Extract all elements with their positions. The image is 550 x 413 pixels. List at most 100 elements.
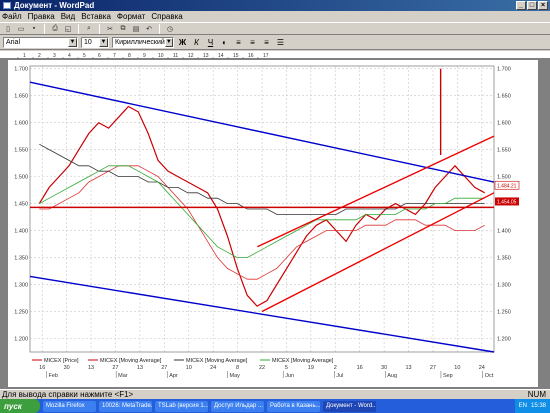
price-label: 1.484.21 xyxy=(497,183,517,189)
taskbar-button[interactable]: Работа в Казань... xyxy=(267,400,320,412)
y-tick-label-left: 1.350 xyxy=(14,256,28,262)
y-tick-label-left: 1.400 xyxy=(14,229,28,235)
chevron-down-icon[interactable]: ▼ xyxy=(99,37,108,47)
y-tick-label-right: 1.400 xyxy=(497,229,511,235)
y-tick-label-right: 1.300 xyxy=(497,283,511,289)
num-lock-indicator: NUM xyxy=(527,390,546,399)
x-day-label: 22 xyxy=(259,365,265,371)
align-right-icon[interactable]: ≡ xyxy=(261,37,272,48)
y-tick-label-left: 1.550 xyxy=(14,148,28,154)
taskbar-button-active[interactable]: Документ - Word... xyxy=(323,400,376,412)
x-day-label: 27 xyxy=(430,365,436,371)
y-tick-label-left: 1.700 xyxy=(14,67,28,73)
x-day-label: 10 xyxy=(186,365,192,371)
menu-edit[interactable]: Правка xyxy=(28,12,55,21)
stock-chart: 1.700 1.700 1.650 1.650 1.600 1.600 1.550 1.550… xyxy=(8,60,538,387)
legend-label: MICEX [Moving Average] xyxy=(272,358,334,364)
paste-icon[interactable]: ▤ xyxy=(131,24,141,34)
y-tick-label-right: 1.650 xyxy=(497,94,511,100)
menu-bar: Файл Правка Вид Вставка Формат Справка xyxy=(0,11,550,22)
y-tick-label-left: 1.650 xyxy=(14,94,28,100)
underline-button[interactable]: Ч xyxy=(205,37,216,48)
x-month-label: Aug xyxy=(387,373,397,379)
x-month-label: Jul xyxy=(336,373,343,379)
y-tick-label-left: 1.600 xyxy=(14,121,28,127)
menu-file[interactable]: Файл xyxy=(2,12,22,21)
y-tick-label-left: 1.500 xyxy=(14,175,28,181)
x-day-label: 13 xyxy=(88,365,94,371)
y-tick-label-right: 1.350 xyxy=(497,256,511,262)
charset-select[interactable]: Кириллический ▼ xyxy=(112,36,174,48)
x-day-label: 24 xyxy=(210,365,216,371)
taskbar: пуск Mozilla Firefox 10026: MetaTrade...… xyxy=(0,399,550,413)
x-month-label: May xyxy=(230,373,241,379)
clock: 15:38 xyxy=(530,403,546,409)
save-icon[interactable]: ▪ xyxy=(29,24,39,34)
x-month-label: Apr xyxy=(169,373,178,379)
find-icon[interactable]: ⌕ xyxy=(84,24,94,34)
x-day-label: 24 xyxy=(479,365,485,371)
y-tick-label-right: 1.500 xyxy=(497,175,511,181)
print-icon[interactable]: ⎙ xyxy=(50,24,60,34)
chevron-down-icon[interactable]: ▼ xyxy=(164,37,173,47)
color-icon[interactable]: ◐ xyxy=(219,37,230,48)
taskbar-button[interactable]: Mozilla Firefox xyxy=(43,400,96,412)
y-tick-label-right: 1.200 xyxy=(497,337,511,343)
x-day-label: 5 xyxy=(285,365,288,371)
status-help-text: Для вывода справки нажмите <F1> xyxy=(2,390,134,399)
align-center-icon[interactable]: ≡ xyxy=(247,37,258,48)
language-indicator[interactable]: EN xyxy=(519,403,527,409)
y-tick-label-right: 1.600 xyxy=(497,121,511,127)
align-left-icon[interactable]: ≡ xyxy=(233,37,244,48)
date-time-icon[interactable]: ◷ xyxy=(165,24,175,34)
start-button[interactable]: пуск xyxy=(0,399,40,413)
window-title: Документ - WordPad xyxy=(14,1,95,10)
bullets-icon[interactable]: ☰ xyxy=(275,37,286,48)
chevron-down-icon[interactable]: ▼ xyxy=(68,37,77,47)
x-month-label: Oct xyxy=(485,373,494,379)
y-tick-label-left: 1.200 xyxy=(14,337,28,343)
menu-insert[interactable]: Вставка xyxy=(81,12,111,21)
separator xyxy=(44,23,45,34)
x-day-label: 30 xyxy=(64,365,70,371)
trend-line-3 xyxy=(257,135,495,248)
minimize-button[interactable]: _ xyxy=(516,1,526,10)
menu-help[interactable]: Справка xyxy=(151,12,182,21)
y-tick-label-right: 1.700 xyxy=(497,67,511,73)
preview-icon[interactable]: ◱ xyxy=(63,24,73,34)
y-tick-label-left: 1.250 xyxy=(14,310,28,316)
undo-icon[interactable]: ↶ xyxy=(144,24,154,34)
separator xyxy=(78,23,79,34)
menu-view[interactable]: Вид xyxy=(61,12,75,21)
legend-label: MICEX [Price] xyxy=(44,358,79,364)
price-label: 1.454.05 xyxy=(497,199,517,205)
maximize-button[interactable]: □ xyxy=(527,1,537,10)
font-size-select[interactable]: 10 ▼ xyxy=(81,36,109,48)
separator xyxy=(99,23,100,34)
ruler[interactable]: 1 2 3 4 5 6 7 8 9 10 11 12 13 14 15 16 17 xyxy=(0,51,550,59)
taskbar-button[interactable]: 10026: MetaTrade... xyxy=(99,400,152,412)
close-button[interactable]: × xyxy=(538,1,548,10)
copy-icon[interactable]: ⧉ xyxy=(118,24,128,34)
menu-format[interactable]: Формат xyxy=(117,12,145,21)
new-icon[interactable]: ▯ xyxy=(3,24,13,34)
x-month-label: Sep xyxy=(443,373,453,379)
y-tick-label-right: 1.550 xyxy=(497,148,511,154)
y-tick-label-right: 1.250 xyxy=(497,310,511,316)
italic-button[interactable]: К xyxy=(191,37,202,48)
font-name-value: Arial xyxy=(6,38,21,46)
taskbar-button[interactable]: Доступ Ильдар ... xyxy=(211,400,264,412)
title-bar: Документ - WordPad _ □ × xyxy=(0,0,550,11)
y-tick-label-left: 1.450 xyxy=(14,202,28,208)
x-day-label: 10 xyxy=(454,365,460,371)
cut-icon[interactable]: ✂ xyxy=(105,24,115,34)
font-name-select[interactable]: Arial ▼ xyxy=(3,36,78,48)
x-day-label: 27 xyxy=(161,365,167,371)
x-day-label: 8 xyxy=(236,365,239,371)
open-icon[interactable]: ▭ xyxy=(16,24,26,34)
font-size-value: 10 xyxy=(84,38,92,46)
legend-label: MICEX [Moving Average] xyxy=(100,358,162,364)
taskbar-button[interactable]: TSLab (версия 1.... xyxy=(155,400,208,412)
x-day-label: 27 xyxy=(112,365,118,371)
bold-button[interactable]: Ж xyxy=(177,37,188,48)
